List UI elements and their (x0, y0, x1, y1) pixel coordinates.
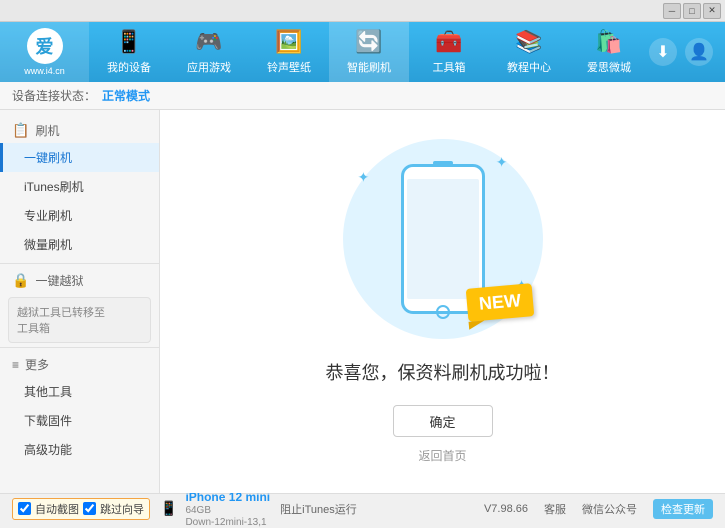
sidebar-item-itunes-flash[interactable]: iTunes刷机 (0, 172, 159, 201)
weidian-icon: 🛍️ (595, 29, 622, 55)
nav-item-toolbox[interactable]: 🧰 工具箱 (409, 22, 489, 82)
flash-section-label: 刷机 (35, 122, 59, 139)
nav-item-tutorial[interactable]: 📚 教程中心 (489, 22, 569, 82)
nav-label-weidian: 爱思微城 (587, 59, 631, 75)
nav-bar: 📱 我的设备 🎮 应用游戏 🖼️ 铃声壁纸 🔄 智能刷机 🧰 工具箱 📚 教程中… (89, 22, 649, 82)
download-button[interactable]: ⬇ (649, 38, 677, 66)
sparkle-icon-1: ✦ (358, 169, 370, 186)
status-value: 正常模式 (102, 87, 150, 104)
new-badge: NEW (465, 283, 534, 322)
device-storage: 64GB (185, 505, 270, 516)
bottom-left: 自动截图 跳过向导 📱 iPhone 12 mini 64GB Down-12m… (12, 490, 476, 528)
sidebar-section-flash: 📋 刷机 (0, 118, 159, 143)
nav-item-wallpaper[interactable]: 🖼️ 铃声壁纸 (249, 22, 329, 82)
sidebar-item-download-firmware[interactable]: 下载固件 (0, 406, 159, 435)
skip-wizard-label: 跳过向导 (100, 501, 144, 517)
sparkle-icon-2: ✦ (496, 154, 508, 171)
wechat-link[interactable]: 微信公众号 (582, 501, 637, 517)
nav-label-smart-flash: 智能刷机 (347, 59, 391, 75)
success-message: 恭喜您，保资料刷机成功啦！ (326, 359, 560, 385)
phone-screen (407, 179, 479, 299)
close-button[interactable]: ✕ (703, 3, 721, 19)
user-button[interactable]: 👤 (685, 38, 713, 66)
nav-item-smart-flash[interactable]: 🔄 智能刷机 (329, 22, 409, 82)
nav-item-app-games[interactable]: 🎮 应用游戏 (169, 22, 249, 82)
main-layout: 📋 刷机 一键刷机 iTunes刷机 专业刷机 微量刷机 🔒 一键越狱 越狱工具… (0, 110, 725, 493)
nav-label-wallpaper: 铃声壁纸 (267, 59, 311, 75)
auto-close-checkbox[interactable] (18, 502, 31, 515)
smart-flash-icon: 🔄 (355, 29, 382, 55)
maximize-button[interactable]: □ (683, 3, 701, 19)
nav-item-my-device[interactable]: 📱 我的设备 (89, 22, 169, 82)
confirm-button[interactable]: 确定 (393, 405, 493, 437)
device-model: Down-12mini-13,1 (185, 517, 270, 528)
service-link[interactable]: 客服 (544, 501, 566, 517)
sidebar-section-more: ≡ 更多 (0, 352, 159, 377)
sidebar-divider-2 (0, 347, 159, 348)
bottom-bar: 自动截图 跳过向导 📱 iPhone 12 mini 64GB Down-12m… (0, 493, 725, 523)
content-area: ✦ ✦ ✦ NEW 恭喜您，保资料刷机成功啦！ 确定 返回首页 (160, 110, 725, 493)
jailbreak-section-label: 一键越狱 (35, 272, 83, 289)
sidebar-item-advanced[interactable]: 高级功能 (0, 435, 159, 464)
sidebar-divider-1 (0, 263, 159, 264)
auto-close-label: 自动截图 (35, 501, 79, 517)
logo-area: 爱 www.i4.cn (0, 22, 89, 82)
bottom-right: V7.98.66 客服 微信公众号 检查更新 (484, 499, 713, 519)
sidebar-item-pro-flash[interactable]: 专业刷机 (0, 201, 159, 230)
status-bar: 设备连接状态： 正常模式 (0, 82, 725, 110)
tutorial-icon: 📚 (515, 29, 542, 55)
device-info: iPhone 12 mini 64GB Down-12mini-13,1 (185, 490, 270, 528)
phone-illustration: ✦ ✦ ✦ NEW (343, 139, 543, 339)
device-phone-icon: 📱 (160, 500, 177, 517)
sidebar-item-backup-flash[interactable]: 微量刷机 (0, 230, 159, 259)
header-right: ⬇ 👤 (649, 38, 725, 66)
logo-symbol: 爱 (36, 33, 54, 59)
stop-itunes-button[interactable]: 阻止iTunes运行 (280, 501, 357, 517)
nav-label-my-device: 我的设备 (107, 59, 151, 75)
logo-icon: 爱 (27, 28, 63, 64)
app-games-icon: 🎮 (195, 29, 222, 55)
nav-label-toolbox: 工具箱 (433, 59, 466, 75)
window-controls: ─ □ ✕ (663, 3, 721, 19)
sidebar-item-other-tools[interactable]: 其他工具 (0, 377, 159, 406)
phone-speaker (433, 161, 453, 165)
nav-item-weidian[interactable]: 🛍️ 爱思微城 (569, 22, 649, 82)
phone-home-button (436, 305, 450, 319)
version-label: V7.98.66 (484, 503, 528, 515)
jailbreak-notice: 越狱工具已转移至工具箱 (8, 297, 151, 343)
sidebar-section-jailbreak: 🔒 一键越狱 (0, 268, 159, 293)
wallpaper-icon: 🖼️ (275, 29, 302, 55)
check-update-button[interactable]: 检查更新 (653, 499, 713, 519)
nav-label-tutorial: 教程中心 (507, 59, 551, 75)
sidebar: 📋 刷机 一键刷机 iTunes刷机 专业刷机 微量刷机 🔒 一键越狱 越狱工具… (0, 110, 160, 493)
checkbox-group: 自动截图 跳过向导 (12, 498, 150, 520)
sidebar-item-one-key-flash[interactable]: 一键刷机 (0, 143, 159, 172)
jailbreak-lock-icon: 🔒 (12, 272, 29, 289)
notice-text: 越狱工具已转移至工具箱 (17, 304, 105, 336)
back-home-link[interactable]: 返回首页 (418, 447, 466, 464)
flash-section-icon: 📋 (12, 122, 29, 139)
device-area: 📱 iPhone 12 mini 64GB Down-12mini-13,1 (160, 490, 270, 528)
more-section-label: 更多 (25, 356, 49, 373)
title-bar: ─ □ ✕ (0, 0, 725, 22)
toolbox-icon: 🧰 (435, 29, 462, 55)
nav-label-app-games: 应用游戏 (187, 59, 231, 75)
minimize-button[interactable]: ─ (663, 3, 681, 19)
status-label: 设备连接状态： (12, 87, 96, 104)
logo-url: www.i4.cn (24, 66, 65, 76)
my-device-icon: 📱 (115, 29, 142, 55)
more-section-icon: ≡ (12, 358, 19, 372)
header: 爱 www.i4.cn 📱 我的设备 🎮 应用游戏 🖼️ 铃声壁纸 🔄 智能刷机… (0, 22, 725, 82)
skip-wizard-checkbox[interactable] (83, 502, 96, 515)
